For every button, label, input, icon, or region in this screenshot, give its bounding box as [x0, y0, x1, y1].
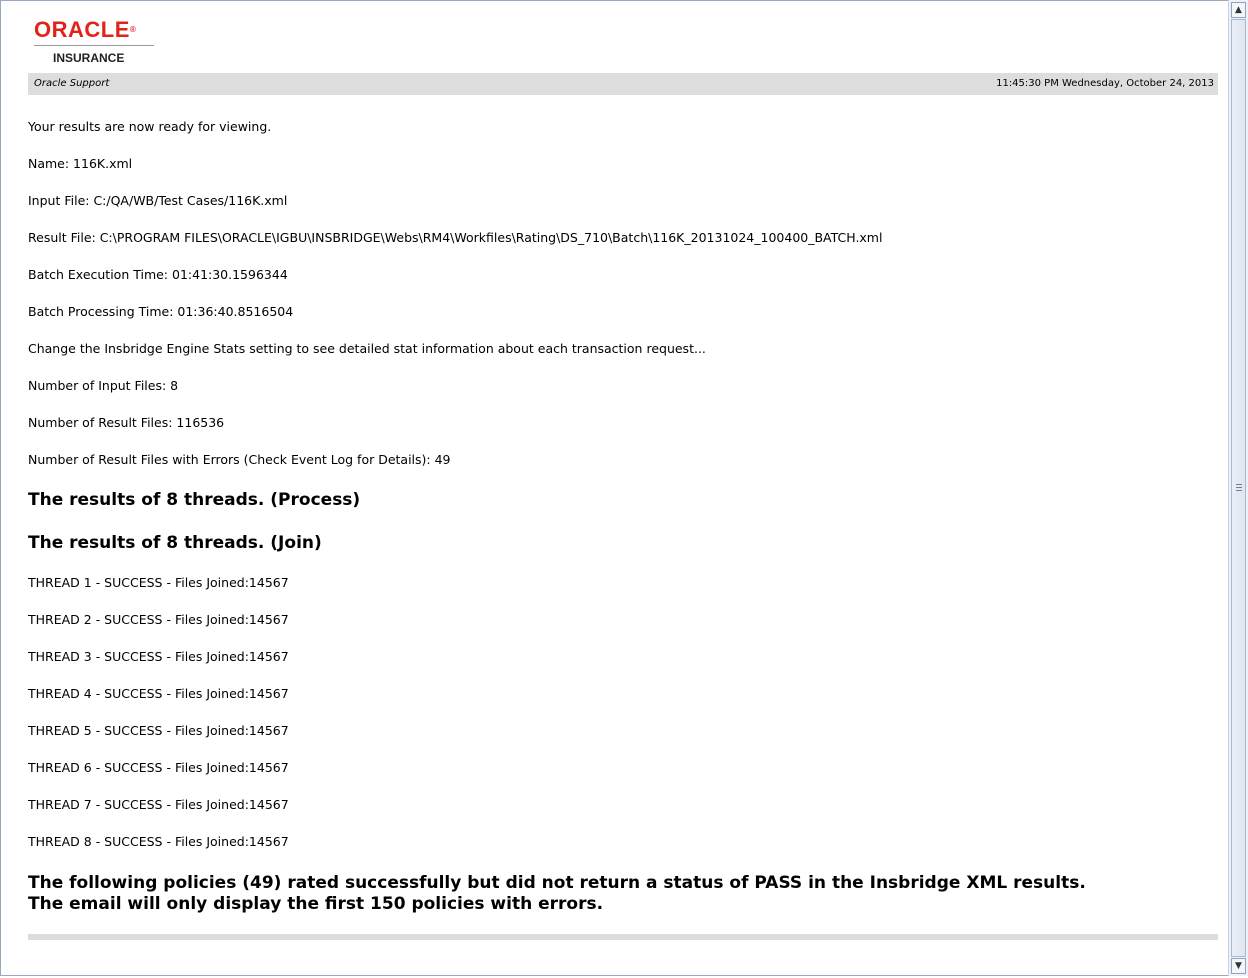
input-file-line: Input File: C:/QA/WB/Test Cases/116K.xml: [28, 193, 288, 208]
name-line: Name: 116K.xml: [28, 156, 133, 171]
intro-text: Your results are now ready for viewing.: [28, 119, 272, 134]
policies-heading-line2: The email will only display the first 15…: [28, 894, 604, 914]
vertical-scrollbar[interactable]: ▲ ▼: [1228, 0, 1248, 976]
trademark-mark: ®: [129, 25, 137, 34]
thread-line: THREAD 4 - SUCCESS - Files Joined:14567: [28, 686, 289, 701]
batch-execution-time: Batch Execution Time: 01:41:30.1596344: [28, 267, 288, 282]
email-view: ORACLE® INSURANCE Oracle Support 11:45:3…: [0, 0, 1228, 976]
process-heading: The results of 8 threads. (Process): [28, 490, 361, 510]
batch-processing-time: Batch Processing Time: 01:36:40.8516504: [28, 304, 294, 319]
scroll-up-button[interactable]: ▲: [1231, 2, 1246, 18]
scrollbar-thumb[interactable]: [1231, 19, 1246, 957]
grip-line: [1236, 484, 1242, 485]
thread-line: THREAD 2 - SUCCESS - Files Joined:14567: [28, 612, 289, 627]
arrow-down-icon: ▼: [1235, 961, 1242, 971]
stats-note: Change the Insbridge Engine Stats settin…: [28, 341, 706, 356]
scroll-down-button[interactable]: ▼: [1231, 958, 1246, 974]
header-bar: Oracle Support 11:45:30 PM Wednesday, Oc…: [28, 73, 1218, 95]
logo-subtitle: INSURANCE: [53, 51, 125, 65]
thread-line: THREAD 6 - SUCCESS - Files Joined:14567: [28, 760, 289, 775]
grip-line: [1236, 487, 1242, 488]
oracle-logo: ORACLE®: [34, 17, 136, 43]
thread-line: THREAD 8 - SUCCESS - Files Joined:14567: [28, 834, 289, 849]
thread-line: THREAD 5 - SUCCESS - Files Joined:14567: [28, 723, 289, 738]
thread-line: THREAD 1 - SUCCESS - Files Joined:14567: [28, 575, 289, 590]
join-heading: The results of 8 threads. (Join): [28, 533, 322, 553]
oracle-logo-word: ORACLE: [34, 17, 130, 42]
policies-heading-line1: The following policies (49) rated succes…: [28, 873, 1086, 893]
footer-divider: [28, 934, 1218, 940]
error-file-count: Number of Result Files with Errors (Chec…: [28, 452, 451, 467]
arrow-up-icon: ▲: [1235, 5, 1242, 15]
logo-divider: [34, 45, 154, 46]
result-file-count: Number of Result Files: 116536: [28, 415, 225, 430]
grip-line: [1236, 490, 1242, 491]
result-file-line: Result File: C:\PROGRAM FILES\ORACLE\IGB…: [28, 230, 883, 245]
thread-line: THREAD 3 - SUCCESS - Files Joined:14567: [28, 649, 289, 664]
support-label: Oracle Support: [34, 78, 110, 89]
timestamp: 11:45:30 PM Wednesday, October 24, 2013: [996, 78, 1214, 89]
thread-line: THREAD 7 - SUCCESS - Files Joined:14567: [28, 797, 289, 812]
input-file-count: Number of Input Files: 8: [28, 378, 179, 393]
